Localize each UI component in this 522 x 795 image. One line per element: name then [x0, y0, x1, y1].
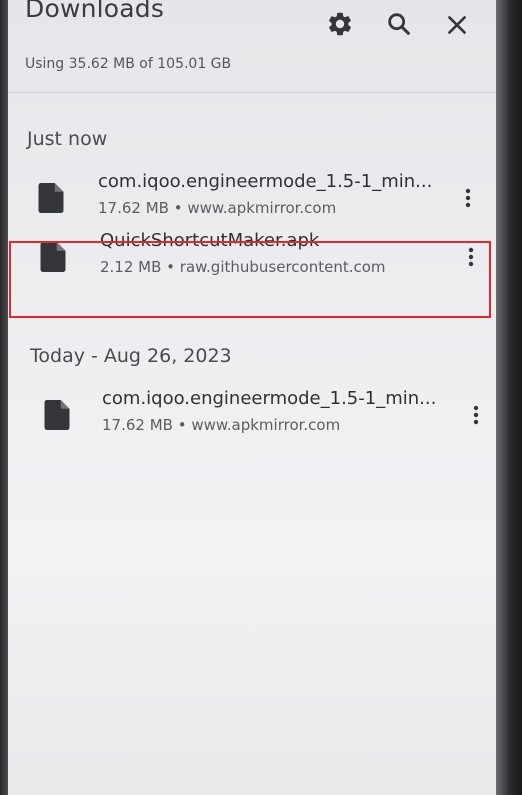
downloads-screen: Downloads Using 35.62 MB of 105.01 GB Ju…: [8, 0, 496, 795]
device-bezel-right: [496, 0, 522, 795]
file-meta: 17.62 MB • www.apkmirror.com: [98, 199, 337, 217]
search-icon[interactable]: [385, 10, 413, 38]
gear-icon[interactable]: [326, 10, 354, 38]
download-item[interactable]: com.iqoo.engineermode_1.5-1_min... 17.62…: [8, 165, 496, 229]
file-name: com.iqoo.engineermode_1.5-1_min...: [102, 388, 437, 409]
file-icon: [38, 183, 64, 213]
storage-usage: Using 35.62 MB of 105.01 GB: [25, 56, 232, 72]
file-name: com.iqoo.engineermode_1.5-1_min...: [98, 171, 433, 192]
header-divider: [8, 92, 496, 93]
top-app-bar: Downloads Using 35.62 MB of 105.01 GB: [8, 0, 496, 84]
page-title: Downloads: [25, 0, 165, 23]
close-icon[interactable]: [444, 12, 470, 38]
more-options-icon[interactable]: [456, 185, 480, 211]
file-icon: [44, 400, 70, 430]
highlight-box: [9, 241, 491, 318]
section-header-today: Today - Aug 26, 2023: [30, 345, 232, 367]
file-meta: 17.62 MB • www.apkmirror.com: [102, 416, 341, 434]
download-item[interactable]: com.iqoo.engineermode_1.5-1_min... 17.62…: [8, 382, 496, 446]
more-options-icon[interactable]: [464, 402, 488, 428]
section-header-just-now: Just now: [27, 128, 108, 150]
